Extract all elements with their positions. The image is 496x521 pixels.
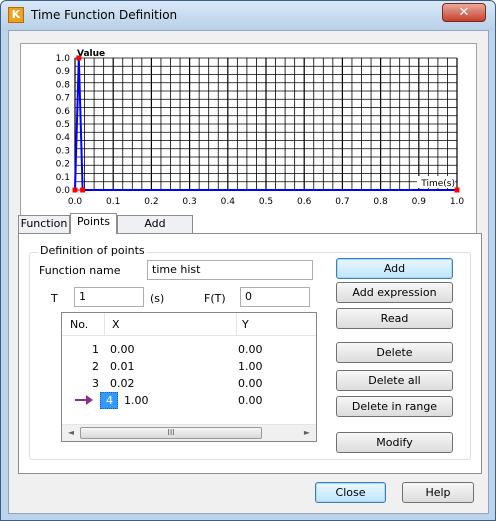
add-button[interactable]: Add bbox=[336, 258, 453, 279]
window-close-button[interactable]: ✕ bbox=[442, 3, 486, 22]
delete-in-range-button[interactable]: Delete in range bbox=[336, 396, 453, 417]
data-point bbox=[72, 187, 78, 193]
y-tick-label: 0.8 bbox=[56, 80, 71, 90]
row-no: 1 bbox=[92, 343, 99, 356]
points-table[interactable]: No. X Y 1 0.00 0.00 2 0.01 1.00 3 0.02 0… bbox=[61, 312, 317, 442]
column-divider[interactable] bbox=[104, 313, 105, 336]
row-no: 3 bbox=[92, 377, 99, 390]
selected-row-no-cell[interactable]: 4 bbox=[100, 392, 118, 409]
x-axis-label: Time(s) bbox=[420, 179, 455, 189]
scroll-thumb[interactable]: III bbox=[80, 427, 262, 439]
table-row[interactable]: 1 0.00 0.00 bbox=[62, 341, 316, 358]
x-tick-label: 0.2 bbox=[144, 197, 158, 207]
current-row-arrow-icon bbox=[75, 395, 93, 405]
row-x: 0.00 bbox=[110, 343, 135, 356]
t-unit-label: (s) bbox=[150, 292, 165, 305]
x-tick-label: 0.1 bbox=[106, 197, 120, 207]
row-no: 2 bbox=[92, 360, 99, 373]
points-panel: Definition of points Function name time … bbox=[18, 233, 482, 474]
y-tick-label: 0.9 bbox=[56, 67, 71, 77]
table-row[interactable]: 2 0.01 1.00 bbox=[62, 358, 316, 375]
function-name-field[interactable]: time hist bbox=[147, 260, 313, 280]
ft-field[interactable]: 0 bbox=[240, 287, 310, 307]
row-x: 0.02 bbox=[110, 377, 135, 390]
row-x: 0.01 bbox=[110, 360, 135, 373]
y-tick-label: 0.5 bbox=[56, 120, 70, 130]
tab-add-functions[interactable]: Add functions bbox=[117, 215, 193, 246]
read-button[interactable]: Read bbox=[336, 308, 453, 329]
y-tick-label: 0.4 bbox=[56, 133, 71, 143]
help-button[interactable]: Help bbox=[402, 482, 474, 503]
tab-points[interactable]: Points bbox=[70, 213, 117, 234]
scroll-left-icon[interactable]: ◄ bbox=[64, 427, 78, 439]
function-name-label: Function name bbox=[39, 264, 121, 277]
column-divider[interactable] bbox=[236, 313, 237, 336]
x-tick-label: 0.7 bbox=[335, 197, 349, 207]
dialog-client-area: 0.0 0.1 0.2 0.3 0.4 0.5 0.6 0.7 0.8 0.9 1.0 0.0 0.1 0… bbox=[8, 30, 489, 514]
row-y: 0.00 bbox=[238, 377, 263, 390]
time-function-dialog: K Time Function Definition ✕ 0.0 0.1 0.2 0.… bbox=[0, 0, 496, 521]
row-x: 1.00 bbox=[124, 394, 149, 407]
title-bar[interactable]: K Time Function Definition ✕ bbox=[1, 1, 495, 31]
y-tick-label: 0.6 bbox=[56, 107, 71, 117]
close-button[interactable]: Close bbox=[315, 482, 386, 503]
y-tick-label: 0.0 bbox=[56, 186, 71, 196]
modify-button[interactable]: Modify bbox=[336, 432, 453, 453]
y-tick-label: 0.3 bbox=[56, 146, 70, 156]
table-header: No. X Y bbox=[62, 313, 316, 336]
data-point bbox=[80, 187, 86, 193]
window-title: Time Function Definition bbox=[31, 8, 178, 22]
tab-function[interactable]: Function bbox=[18, 215, 70, 233]
row-y: 0.00 bbox=[238, 343, 263, 356]
x-tick-label: 0.0 bbox=[68, 197, 83, 207]
x-tick-label: 0.3 bbox=[182, 197, 196, 207]
column-header-no[interactable]: No. bbox=[70, 318, 88, 331]
y-tick-label: 0.7 bbox=[56, 94, 70, 104]
function-chart: 0.0 0.1 0.2 0.3 0.4 0.5 0.6 0.7 0.8 0.9 1.0 0.0 0.1 0… bbox=[56, 49, 465, 207]
x-tick-label: 0.6 bbox=[297, 197, 312, 207]
x-tick-label: 0.8 bbox=[373, 197, 388, 207]
x-tick-label: 1.0 bbox=[450, 197, 465, 207]
group-title: Definition of points bbox=[38, 244, 147, 257]
table-row[interactable]: 3 0.02 0.00 bbox=[62, 375, 316, 392]
t-label: T bbox=[51, 292, 58, 305]
scroll-right-icon[interactable]: ► bbox=[300, 427, 314, 439]
t-field[interactable]: 1 bbox=[74, 287, 144, 307]
column-header-y[interactable]: Y bbox=[242, 318, 249, 331]
row-y: 1.00 bbox=[238, 360, 263, 373]
app-icon: K bbox=[8, 7, 24, 23]
ft-label: F(T) bbox=[204, 292, 226, 305]
row-no: 4 bbox=[106, 394, 113, 407]
data-point bbox=[76, 55, 82, 61]
add-expression-button[interactable]: Add expression bbox=[336, 282, 453, 303]
y-tick-label: 0.2 bbox=[56, 160, 70, 170]
y-tick-label: 1.0 bbox=[56, 54, 71, 64]
row-y: 0.00 bbox=[238, 394, 263, 407]
data-point bbox=[454, 187, 460, 193]
table-row-selected[interactable]: 4 1.00 0.00 bbox=[62, 392, 316, 409]
delete-button[interactable]: Delete bbox=[336, 342, 453, 363]
horizontal-scrollbar[interactable]: ◄ III ► bbox=[62, 424, 316, 441]
y-tick-label: 0.1 bbox=[56, 173, 70, 183]
x-tick-label: 0.9 bbox=[412, 197, 427, 207]
x-tick-label: 0.5 bbox=[259, 197, 273, 207]
chart-area: 0.0 0.1 0.2 0.3 0.4 0.5 0.6 0.7 0.8 0.9 1.0 0.0 0.1 0… bbox=[20, 43, 477, 236]
column-header-x[interactable]: X bbox=[112, 318, 120, 331]
x-tick-label: 0.4 bbox=[221, 197, 236, 207]
delete-all-button[interactable]: Delete all bbox=[336, 370, 453, 391]
